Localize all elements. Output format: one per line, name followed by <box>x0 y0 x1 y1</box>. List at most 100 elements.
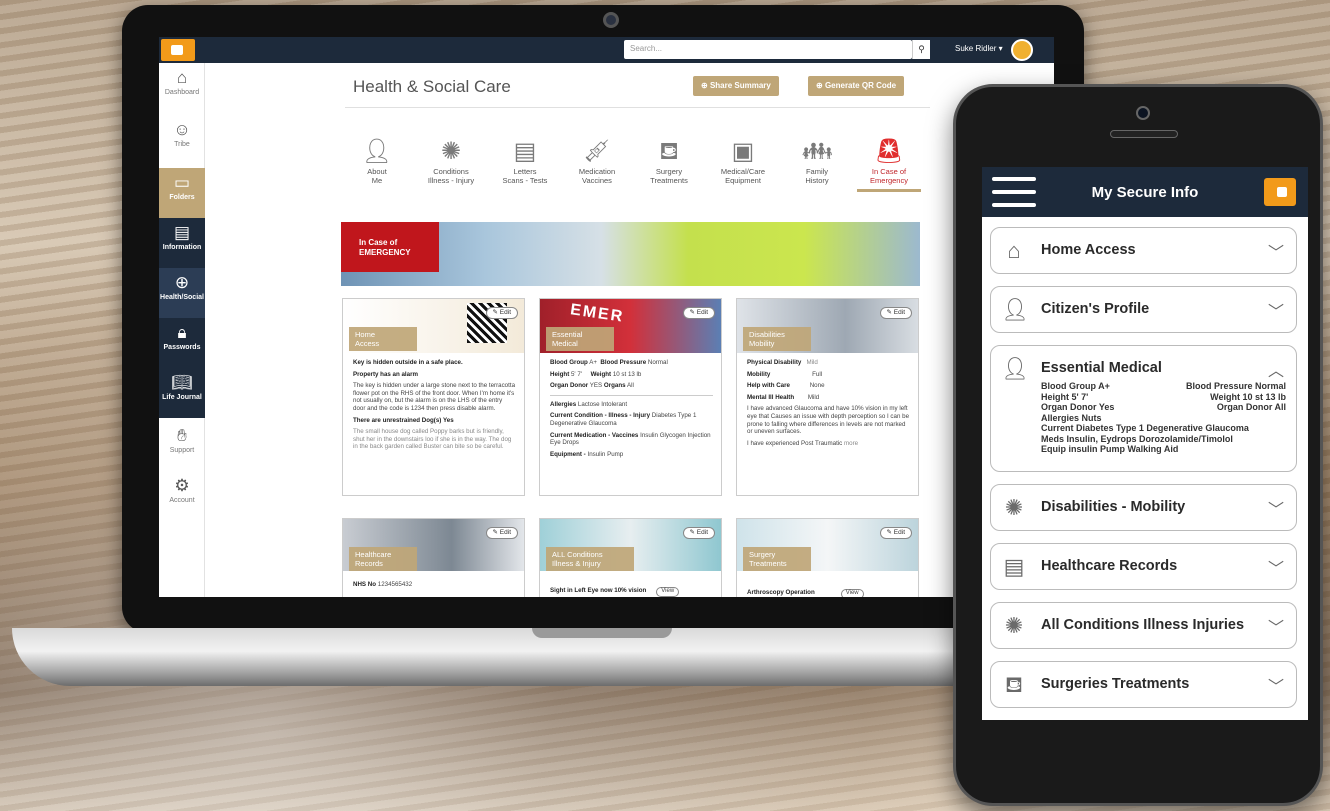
tab-surgery[interactable]: ⛾ Surgery Treatments <box>635 137 703 185</box>
accordion-home-access[interactable]: ⌂ Home Access ﹀ <box>990 227 1297 274</box>
edit-button[interactable]: ✎ Edit <box>682 527 715 539</box>
chevron-down-icon: ﹀ <box>1267 679 1284 696</box>
tab-label: Medical/Care <box>720 167 766 176</box>
tab-about-me[interactable]: 👤︎ About Me <box>343 137 411 185</box>
accordion-essential-medical[interactable]: 👤︎ Essential Medical ︿ Blood Group A+ Blo… <box>990 345 1297 472</box>
app-logo[interactable] <box>161 39 195 61</box>
siren-icon: 🚨︎ <box>873 138 905 165</box>
field-key: Height <box>550 370 570 378</box>
search-icon[interactable]: ⚲ <box>912 40 930 59</box>
field-value: Mild <box>806 359 818 366</box>
virus-icon: ✺ <box>440 138 462 165</box>
sidebar-item-health-social[interactable]: ⊕ Health/Social <box>159 268 205 318</box>
detail-text: Meds Insulin, Eydrops Dorozolamide/Timol… <box>1041 433 1233 444</box>
card-home-access: Home Access ✎ Edit Key is hidden outside … <box>342 298 525 496</box>
card-text: Sight in Left Eye now 10% vision <box>550 587 647 594</box>
sidebar-item-life-journal[interactable]: 📖︎ Life Journal <box>159 368 205 418</box>
accordion-healthcare-records[interactable]: ▤ Healthcare Records ﹀ <box>990 543 1297 590</box>
card-tag: Surgery Treatments <box>743 547 811 571</box>
chevron-up-icon: ︿ <box>1267 363 1284 380</box>
tag-line: Essential <box>552 330 583 339</box>
avatar[interactable] <box>1011 39 1033 61</box>
detail-text: Organ Donor All <box>1216 402 1286 412</box>
tab-family-history[interactable]: 👪︎ Family History <box>783 137 851 185</box>
detail-text: Current Diabetes Type 1 Degenerative Gla… <box>1041 423 1249 433</box>
edit-button[interactable]: ✎ Edit <box>485 307 518 319</box>
page-title: Health & Social Care <box>353 77 511 96</box>
lock-folder-icon[interactable] <box>1264 178 1296 206</box>
banner-line: In Case of <box>359 238 398 247</box>
people-icon: ☺ <box>173 120 191 139</box>
view-button[interactable]: View <box>840 589 864 597</box>
field-value: Full <box>812 370 823 378</box>
tab-label: In Case of <box>871 167 907 176</box>
accordion-surgeries[interactable]: ⛾ Surgeries Treatments ﹀ <box>990 661 1297 708</box>
tab-label: Treatments <box>650 176 688 185</box>
card-text: Property has an alarm <box>353 370 418 378</box>
card-text: I have advanced Glaucoma and have 10% vi… <box>747 405 910 436</box>
syringe-icon: 💉︎ <box>581 138 613 165</box>
edit-button[interactable]: ✎ Edit <box>879 307 912 319</box>
field-value: 1234565432 <box>377 581 413 588</box>
chevron-down-icon: ﹀ <box>1267 561 1284 578</box>
tag-line: Home <box>355 330 376 339</box>
field-key: Allergies <box>550 400 577 408</box>
field-key: Mental Ill Health <box>747 393 795 401</box>
edit-button[interactable]: ✎ Edit <box>879 527 912 539</box>
edit-button[interactable]: ✎ Edit <box>682 307 715 319</box>
card-tag: Home Access <box>349 327 417 351</box>
more-link[interactable]: more <box>844 440 858 447</box>
sidebar-item-support[interactable]: ✋︎ Support <box>159 421 205 471</box>
sidebar-item-dashboard[interactable]: ⌂ Dashboard <box>159 63 205 113</box>
tag-line: Access <box>355 339 380 348</box>
generate-qr-button[interactable]: ⊕ Generate QR Code <box>808 76 905 96</box>
accordion-disabilities[interactable]: ✺ Disabilities - Mobility ﹀ <box>990 484 1297 531</box>
accordion-citizens-profile[interactable]: 👤︎ Citizen's Profile ﹀ <box>990 286 1297 333</box>
lock-icon: 🔒︎ <box>177 323 187 342</box>
sidebar-item-account[interactable]: ⚙ Account <box>159 471 205 521</box>
field-value: 5' 7' <box>570 370 582 378</box>
gears-icon: ⚙ <box>174 476 190 495</box>
tab-equipment[interactable]: ▣ Medical/Care Equipment <box>709 137 777 185</box>
field-value: Normal <box>647 359 668 366</box>
tag-line: Illness & Injury <box>552 559 601 568</box>
view-button[interactable]: View <box>656 587 680 597</box>
card-tag: Disabilities Mobility <box>743 327 811 351</box>
card-text: There are unrestrained Dog(s) Yes <box>353 416 454 424</box>
chevron-down-icon: ﹀ <box>1267 245 1284 262</box>
accordion-label: All Conditions Illness Injuries <box>1041 617 1245 633</box>
sidebar-item-folders[interactable]: ▭ Folders <box>159 168 205 218</box>
family-icon: 👪︎ <box>801 138 833 165</box>
tab-label: Conditions <box>433 167 469 176</box>
tag-line: Disabilities <box>749 330 785 339</box>
accordion-label: Citizen's Profile <box>1041 301 1150 317</box>
share-summary-button[interactable]: ⊕ Share Summary <box>693 76 779 96</box>
laptop-camera <box>603 12 619 28</box>
field-key: NHS No <box>353 581 377 588</box>
medical-details: Blood Group A+ Blood Pressure Normal Heig… <box>1041 381 1286 455</box>
field-value: Lactose Intolerant <box>577 400 628 408</box>
edit-button[interactable]: ✎ Edit <box>485 527 518 539</box>
sidebar-item-information[interactable]: ▤ Information <box>159 218 205 268</box>
tab-letters[interactable]: ▤ Letters Scans - Tests <box>491 137 559 185</box>
tab-emergency[interactable]: 🚨︎ In Case of Emergency <box>855 137 923 192</box>
chevron-down-icon: ﹀ <box>1267 502 1284 519</box>
user-menu[interactable]: Suke Ridler ▾ <box>955 44 1003 53</box>
card-tag: Essential Medical <box>546 327 614 351</box>
field-value: YES <box>589 382 603 390</box>
accordion-label: Surgeries Treatments <box>1041 676 1190 692</box>
sidebar-item-passwords[interactable]: 🔒︎ Passwords <box>159 318 205 368</box>
tab-label: Illness - Injury <box>427 176 475 185</box>
accordion-label: Essential Medical <box>1041 360 1162 376</box>
health-icon: ⊕ <box>174 273 190 292</box>
accordion-all-conditions[interactable]: ✺ All Conditions Illness Injuries ﹀ <box>990 602 1297 649</box>
field-key: Physical Disability <box>747 359 802 366</box>
field-key: Current Medication - Vaccines <box>550 431 639 439</box>
tab-medication[interactable]: 💉︎ Medication Vaccines <box>563 137 631 185</box>
search-input[interactable]: Search... <box>624 40 912 59</box>
surgery-bed-icon: ⛾ <box>659 138 679 165</box>
sidebar-item-tribe[interactable]: ☺ Tribe <box>159 115 205 165</box>
tab-conditions[interactable]: ✺ Conditions Illness - Injury <box>417 137 485 185</box>
tab-label: History <box>805 176 829 185</box>
field-value: Mild <box>807 393 820 401</box>
